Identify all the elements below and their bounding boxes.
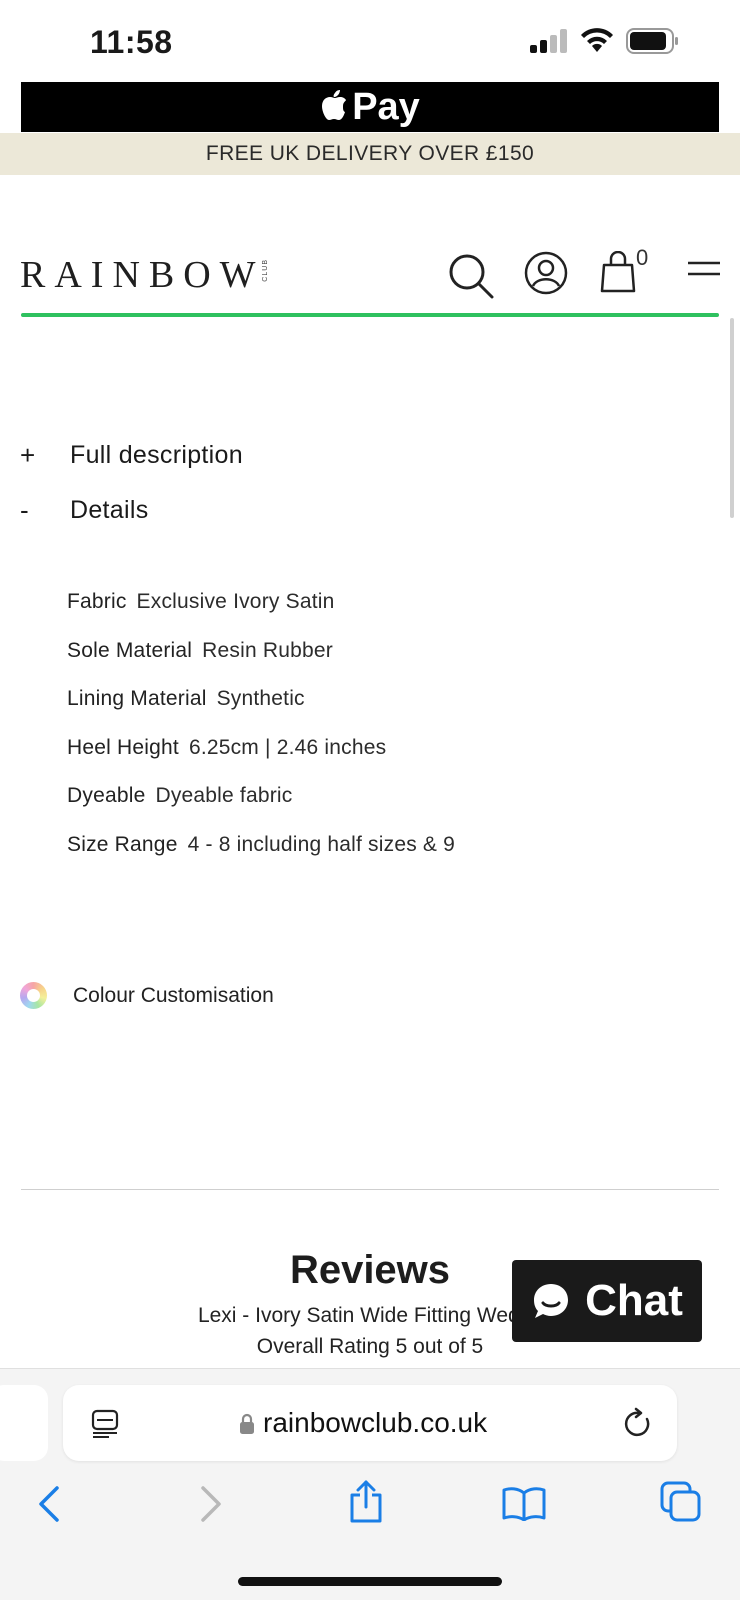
accordion-details[interactable]: - Details <box>20 495 149 526</box>
forward-icon[interactable] <box>198 1485 224 1523</box>
share-icon[interactable] <box>348 1479 384 1525</box>
apple-pay-button[interactable]: Pay <box>21 82 719 132</box>
detail-row: Size Range 4 - 8 including half sizes & 9 <box>67 833 455 882</box>
detail-key: Size Range <box>67 832 178 856</box>
promo-banner: FREE UK DELIVERY OVER £150 <box>0 133 740 175</box>
detail-value: 6.25cm | 2.46 inches <box>188 735 387 759</box>
reader-icon[interactable] <box>91 1409 119 1439</box>
status-time: 11:58 <box>90 24 173 60</box>
detail-key: Heel Height <box>67 735 179 759</box>
previous-tab-preview[interactable] <box>0 1385 48 1461</box>
detail-value: 4 - 8 including half sizes & 9 <box>187 832 456 856</box>
accordion-full-description[interactable]: + Full description <box>20 440 243 471</box>
detail-key: Dyeable <box>67 784 146 807</box>
menu-icon[interactable] <box>688 261 720 277</box>
chat-label: Chat <box>585 1276 683 1325</box>
apple-logo-icon <box>322 90 347 120</box>
detail-key: Fabric <box>67 590 127 613</box>
status-icons <box>530 28 680 54</box>
account-icon[interactable] <box>524 251 568 295</box>
address-bar[interactable]: rainbowclub.co.uk <box>63 1385 677 1461</box>
battery-icon <box>626 28 678 54</box>
url-text: rainbowclub.co.uk <box>263 1407 488 1438</box>
colour-customisation-label: Colour Customisation <box>73 983 274 1007</box>
detail-row: Lining Material Synthetic <box>67 687 455 736</box>
apple-pay-label: Pay <box>352 85 420 128</box>
detail-key: Lining Material <box>67 687 207 710</box>
back-icon[interactable] <box>36 1485 62 1523</box>
bag-icon[interactable] <box>600 251 636 293</box>
progress-line <box>21 313 719 317</box>
accordion-label: Full description <box>70 441 243 469</box>
lock-icon <box>240 1413 254 1434</box>
chat-button[interactable]: Chat <box>512 1260 702 1342</box>
home-indicator <box>238 1577 502 1586</box>
promo-text: FREE UK DELIVERY OVER £150 <box>205 142 535 165</box>
search-icon[interactable] <box>448 253 494 299</box>
details-list: Fabric Exclusive Ivory Satin Sole Materia… <box>67 590 455 881</box>
chat-bubble-icon <box>534 1284 569 1318</box>
wifi-icon <box>581 28 613 52</box>
detail-key: Sole Material <box>67 638 193 662</box>
collapse-icon: - <box>20 495 29 525</box>
detail-value: Resin Rubber <box>202 638 333 662</box>
detail-value: Synthetic <box>216 687 305 710</box>
detail-row: Sole Material Resin Rubber <box>67 639 455 688</box>
page-scrollbar[interactable] <box>730 318 734 518</box>
tabs-icon[interactable] <box>660 1481 702 1523</box>
logo[interactable]: RAINBOW <box>20 253 265 297</box>
accordion-label: Details <box>70 496 149 524</box>
site-header: RAINBOW CLUB 0 <box>0 175 740 315</box>
reload-icon[interactable] <box>623 1407 653 1439</box>
detail-row: Dyeable Dyeable fabric <box>67 784 455 833</box>
bookmarks-icon[interactable] <box>502 1485 546 1521</box>
logo-club: CLUB <box>262 259 269 282</box>
detail-row: Fabric Exclusive Ivory Satin <box>67 590 455 639</box>
status-bar: 11:58 <box>0 0 740 82</box>
browser-toolbar: rainbowclub.co.uk <box>0 1368 740 1600</box>
expand-icon: + <box>20 440 36 470</box>
cart-count: 0 <box>636 245 649 270</box>
colour-customisation-link[interactable]: Colour Customisation <box>20 982 274 1009</box>
colour-wheel-icon <box>20 982 47 1009</box>
detail-row: Heel Height 6.25cm | 2.46 inches <box>67 736 455 785</box>
detail-value: Dyeable fabric <box>155 784 293 807</box>
detail-value: Exclusive Ivory Satin <box>136 590 335 613</box>
section-divider <box>21 1189 719 1190</box>
signal-icon <box>530 29 567 53</box>
